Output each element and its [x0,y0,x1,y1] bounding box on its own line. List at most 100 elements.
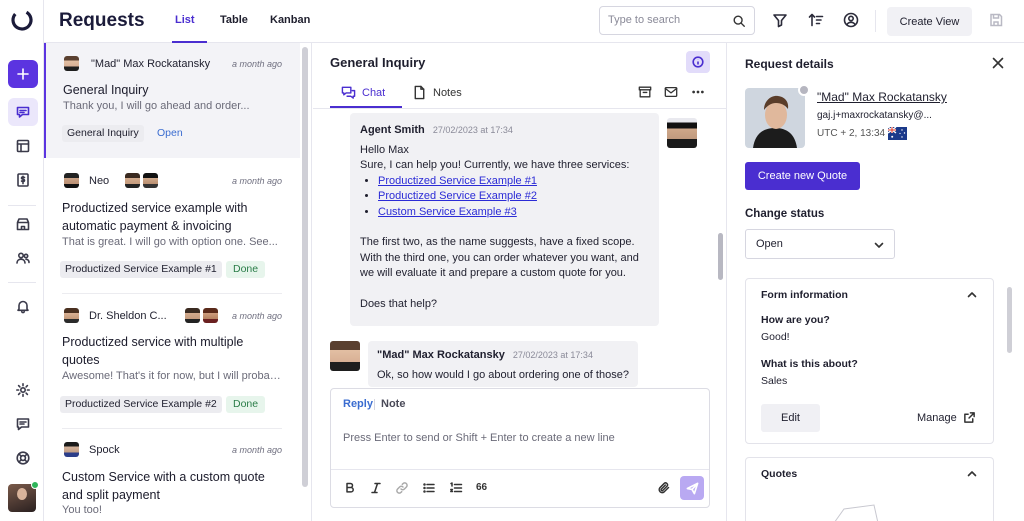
form-question: What is this about? [761,358,858,370]
info-icon[interactable] [686,51,710,73]
filter-icon[interactable] [772,12,788,28]
bold-icon[interactable] [343,481,357,495]
message-author: Agent Smith [360,124,425,136]
request-list: "Mad" Max Rockatansky a month ago Genera… [44,43,312,521]
message-text: Hello Max [360,143,409,156]
tab-reply[interactable]: Reply [343,398,373,410]
search-input[interactable] [608,14,728,26]
save-icon[interactable] [988,12,1004,28]
rail-divider [8,205,36,206]
numbered-list-icon[interactable] [449,481,463,495]
plus-icon[interactable] [8,60,38,88]
message-text: The first two, as the name suggests, hav… [360,236,639,279]
participant-avatar [125,173,140,188]
gear-icon[interactable] [8,376,38,404]
request-time: a month ago [231,445,282,455]
avatar [64,173,79,188]
details-scrollbar[interactable] [1007,287,1012,353]
tab-kanban[interactable]: Kanban [270,14,310,26]
list-item[interactable]: Dr. Sheldon C... a month ago Productized… [44,298,300,423]
create-view-button[interactable]: Create View [887,7,972,36]
edit-button[interactable]: Edit [761,404,820,432]
manage-label: Manage [917,411,957,424]
list-item[interactable]: Spock a month ago Custom Service with a … [44,433,300,521]
send-button[interactable] [680,476,704,500]
search-icon[interactable] [732,14,746,28]
service-link[interactable]: Productized Service Example #1 [378,175,537,187]
form-information-title[interactable]: Form information [761,289,848,301]
logo-icon[interactable] [10,8,34,32]
message-text: Sure, I can help you! Currently, we have… [360,159,630,171]
attach-icon[interactable] [657,481,671,495]
request-preview: Thank you, I will go ahead and order... [63,100,250,112]
chat-scrollbar[interactable] [718,233,723,280]
search-box [599,6,755,35]
requester-name: "Mad" Max Rockatansky [91,58,211,70]
tab-chat[interactable]: Chat [341,85,385,100]
chevron-up-icon[interactable] [966,468,978,480]
layout-icon[interactable] [8,132,38,160]
panel-title: Request details [745,57,834,71]
empty-quotes-illustration [828,495,904,521]
contact-name[interactable]: "Mad" Max Rockatansky [817,90,947,104]
mail-icon[interactable] [664,85,678,99]
message-text: Ok, so how would I go about ordering one… [377,368,629,381]
status-select[interactable]: Open [745,229,895,259]
rail-divider [8,282,36,283]
service-link[interactable]: Custom Service Example #3 [378,206,517,218]
list-item[interactable]: Neo a month ago Productized service exam… [44,163,300,288]
lifebuoy-icon[interactable] [8,444,38,472]
bell-icon[interactable] [8,292,38,320]
tab-notes[interactable]: Notes [412,85,462,100]
quote-icon[interactable]: 66 [476,482,490,496]
tab-list[interactable]: List [175,14,195,26]
chat-message: Agent Smith 27/02/2023 at 17:34 Hello Ma… [350,113,659,326]
message-time: 27/02/2023 at 17:34 [432,125,513,135]
store-icon[interactable] [8,210,38,238]
list-scrollbar[interactable] [302,47,308,487]
toolbar-divider [331,469,709,470]
archive-icon[interactable] [638,85,652,99]
chevron-down-icon [873,239,885,251]
sort-icon[interactable] [808,12,824,28]
conversation-title: General Inquiry [330,55,426,70]
list-item[interactable]: "Mad" Max Rockatansky a month ago Genera… [44,43,300,158]
list-divider [62,428,282,429]
quotes-title[interactable]: Quotes [761,468,797,480]
australia-flag-icon [888,127,907,140]
form-answer: Sales [761,375,788,387]
service-tag: General Inquiry [62,125,144,142]
message-icon[interactable] [8,410,38,438]
chat-message: "Mad" Max Rockatansky 27/02/2023 at 17:3… [368,341,638,387]
presence-indicator [798,84,810,96]
tab-table[interactable]: Table [220,14,248,26]
create-new-quote-button[interactable]: Create new Quote [745,162,860,190]
request-preview: That is great. I will go with option one… [62,236,278,248]
status-badge: Open [157,127,183,139]
requester-name: Dr. Sheldon C... [89,310,167,322]
request-preview: You too! [62,504,102,516]
manage-link[interactable]: Manage [917,411,976,424]
message-input[interactable]: Press Enter to send or Shift + Enter to … [343,432,615,444]
service-link[interactable]: Productized Service Example #2 [378,190,537,202]
contact-photo [745,88,805,148]
link-icon[interactable] [395,481,409,495]
service-tag: Productized Service Example #2 [60,396,222,413]
tab-chat-label: Chat [362,86,386,99]
request-details-panel: Request details "Mad" Max Rockatansky ga… [728,43,1024,521]
tab-note[interactable]: Note [381,398,405,410]
status-badge: Done [226,396,266,413]
chevron-up-icon[interactable] [966,289,978,301]
agent-avatar [667,118,697,148]
user-circle-icon[interactable] [843,12,859,28]
participant-avatar [185,308,200,323]
bullet-list-icon[interactable] [422,481,436,495]
dollar-document-icon[interactable] [8,166,38,194]
message-time: 27/02/2023 at 17:34 [512,350,593,360]
italic-icon[interactable] [369,481,383,495]
close-icon[interactable] [991,56,1005,70]
chat-bubble-icon[interactable] [8,98,38,126]
users-icon[interactable] [8,244,38,272]
more-icon[interactable] [691,85,705,99]
list-divider [62,293,282,294]
